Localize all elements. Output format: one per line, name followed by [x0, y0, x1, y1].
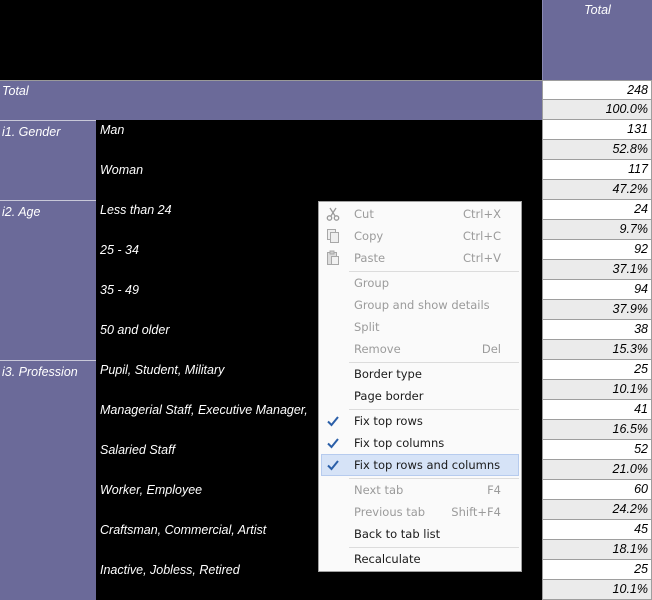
menu-item-label: Page border [354, 389, 424, 403]
context-menu: Cut Ctrl+X Copy Ctrl+C Paste Ctrl+V Grou… [318, 201, 522, 572]
value-count[interactable]: 24 [542, 200, 652, 220]
menu-item-previous-tab[interactable]: Previous tab Shift+F4 [321, 501, 519, 523]
value-percent[interactable]: 16.5% [542, 420, 652, 440]
menu-item-split[interactable]: Split [321, 316, 519, 338]
value-percent[interactable]: 10.1% [542, 580, 652, 600]
group-label: i3. Profession [2, 365, 78, 379]
value-percent[interactable]: 9.7% [542, 220, 652, 240]
menu-item-shortcut: Ctrl+X [463, 207, 501, 221]
value-percent[interactable]: 100.0% [542, 100, 652, 120]
menu-item-shortcut: Ctrl+C [462, 229, 501, 243]
menu-item-label: Remove [354, 342, 401, 356]
menu-item-label: Copy [354, 229, 384, 243]
value-count[interactable]: 117 [542, 160, 652, 180]
value-count[interactable]: 41 [542, 400, 652, 420]
row-label-managerial: Managerial Staff, Executive Manager, [100, 403, 308, 417]
row-label-age-lt24: Less than 24 [100, 203, 172, 217]
menu-item-cut[interactable]: Cut Ctrl+X [321, 203, 519, 225]
menu-item-shortcut: Ctrl+V [463, 251, 501, 265]
row-label-age-35-49: 35 - 49 [100, 283, 139, 297]
header-total-cell: Total [542, 0, 652, 80]
menu-item-group-details[interactable]: Group and show details [321, 294, 519, 316]
menu-item-label: Previous tab [354, 505, 426, 519]
menu-item-label: Group [354, 276, 390, 290]
value-count[interactable]: 25 [542, 360, 652, 380]
menu-item-label: Cut [354, 207, 374, 221]
value-count[interactable]: 25 [542, 560, 652, 580]
menu-item-paste[interactable]: Paste Ctrl+V [321, 247, 519, 269]
value-count[interactable]: 92 [542, 240, 652, 260]
menu-item-label: Fix top rows and columns [354, 458, 501, 472]
value-percent[interactable]: 37.1% [542, 260, 652, 280]
menu-item-group[interactable]: Group [321, 272, 519, 294]
row-label-man: Man [100, 123, 125, 137]
group-label: i2. Age [2, 205, 41, 219]
value-count[interactable]: 38 [542, 320, 652, 340]
row-label-woman: Woman [100, 163, 144, 177]
menu-item-shortcut: F4 [487, 483, 501, 497]
value-count[interactable]: 248 [542, 80, 652, 100]
copy-icon [325, 228, 341, 244]
menu-item-fix-top-rows[interactable]: Fix top rows [321, 410, 519, 432]
total-row-label: Total [2, 84, 29, 98]
menu-item-remove[interactable]: Remove Del [321, 338, 519, 360]
group-label: i1. Gender [2, 125, 61, 139]
row-label-craftsman: Craftsman, Commercial, Artist [100, 523, 267, 537]
paste-icon [325, 250, 341, 266]
row-label-pupil: Pupil, Student, Military [100, 363, 225, 377]
row-label-age-25-34: 25 - 34 [100, 243, 139, 257]
value-count[interactable]: 94 [542, 280, 652, 300]
checkmark-icon [325, 435, 341, 451]
value-percent[interactable]: 52.8% [542, 140, 652, 160]
menu-item-page-border[interactable]: Page border [321, 385, 519, 407]
value-percent[interactable]: 15.3% [542, 340, 652, 360]
scissors-icon [325, 206, 341, 222]
menu-item-next-tab[interactable]: Next tab F4 [321, 479, 519, 501]
menu-item-label: Border type [354, 367, 422, 381]
value-count[interactable]: 131 [542, 120, 652, 140]
value-percent[interactable]: 21.0% [542, 460, 652, 480]
group-age: i2. Age [0, 200, 96, 360]
row-label-salaried: Salaried Staff [100, 443, 176, 457]
value-percent[interactable]: 10.1% [542, 380, 652, 400]
menu-item-label: Back to tab list [354, 527, 441, 541]
group-profession: i3. Profession [0, 360, 96, 600]
menu-item-shortcut: Shift+F4 [451, 505, 501, 519]
header-total-label: Total [584, 3, 611, 17]
value-percent[interactable]: 37.9% [542, 300, 652, 320]
checkmark-icon [325, 413, 341, 429]
menu-item-recalculate[interactable]: Recalculate [321, 548, 519, 570]
value-percent[interactable]: 18.1% [542, 540, 652, 560]
menu-item-shortcut: Del [481, 342, 501, 356]
row-label-inactive: Inactive, Jobless, Retired [100, 563, 240, 577]
values-column: 248 100.0% 131 52.8% 117 47.2% 24 9.7% 9… [542, 80, 652, 600]
menu-item-fix-top-rows-and-columns[interactable]: Fix top rows and columns [321, 454, 519, 476]
menu-item-fix-top-columns[interactable]: Fix top columns [321, 432, 519, 454]
menu-item-label: Next tab [354, 483, 404, 497]
menu-item-copy[interactable]: Copy Ctrl+C [321, 225, 519, 247]
total-row-header: Total [0, 80, 542, 120]
checkmark-icon [325, 457, 341, 473]
menu-item-border-type[interactable]: Border type [321, 363, 519, 385]
menu-item-label: Split [354, 320, 380, 334]
menu-item-back-to-tab-list[interactable]: Back to tab list [321, 523, 519, 545]
menu-item-label: Fix top rows [354, 414, 423, 428]
value-count[interactable]: 52 [542, 440, 652, 460]
group-gender: i1. Gender [0, 120, 96, 200]
value-percent[interactable]: 24.2% [542, 500, 652, 520]
value-count[interactable]: 45 [542, 520, 652, 540]
menu-item-label: Paste [354, 251, 386, 265]
menu-item-label: Recalculate [354, 552, 421, 566]
menu-item-label: Group and show details [354, 298, 490, 312]
menu-item-label: Fix top columns [354, 436, 445, 450]
value-count[interactable]: 60 [542, 480, 652, 500]
row-label-worker: Worker, Employee [100, 483, 203, 497]
row-label-age-50plus: 50 and older [100, 323, 170, 337]
value-percent[interactable]: 47.2% [542, 180, 652, 200]
